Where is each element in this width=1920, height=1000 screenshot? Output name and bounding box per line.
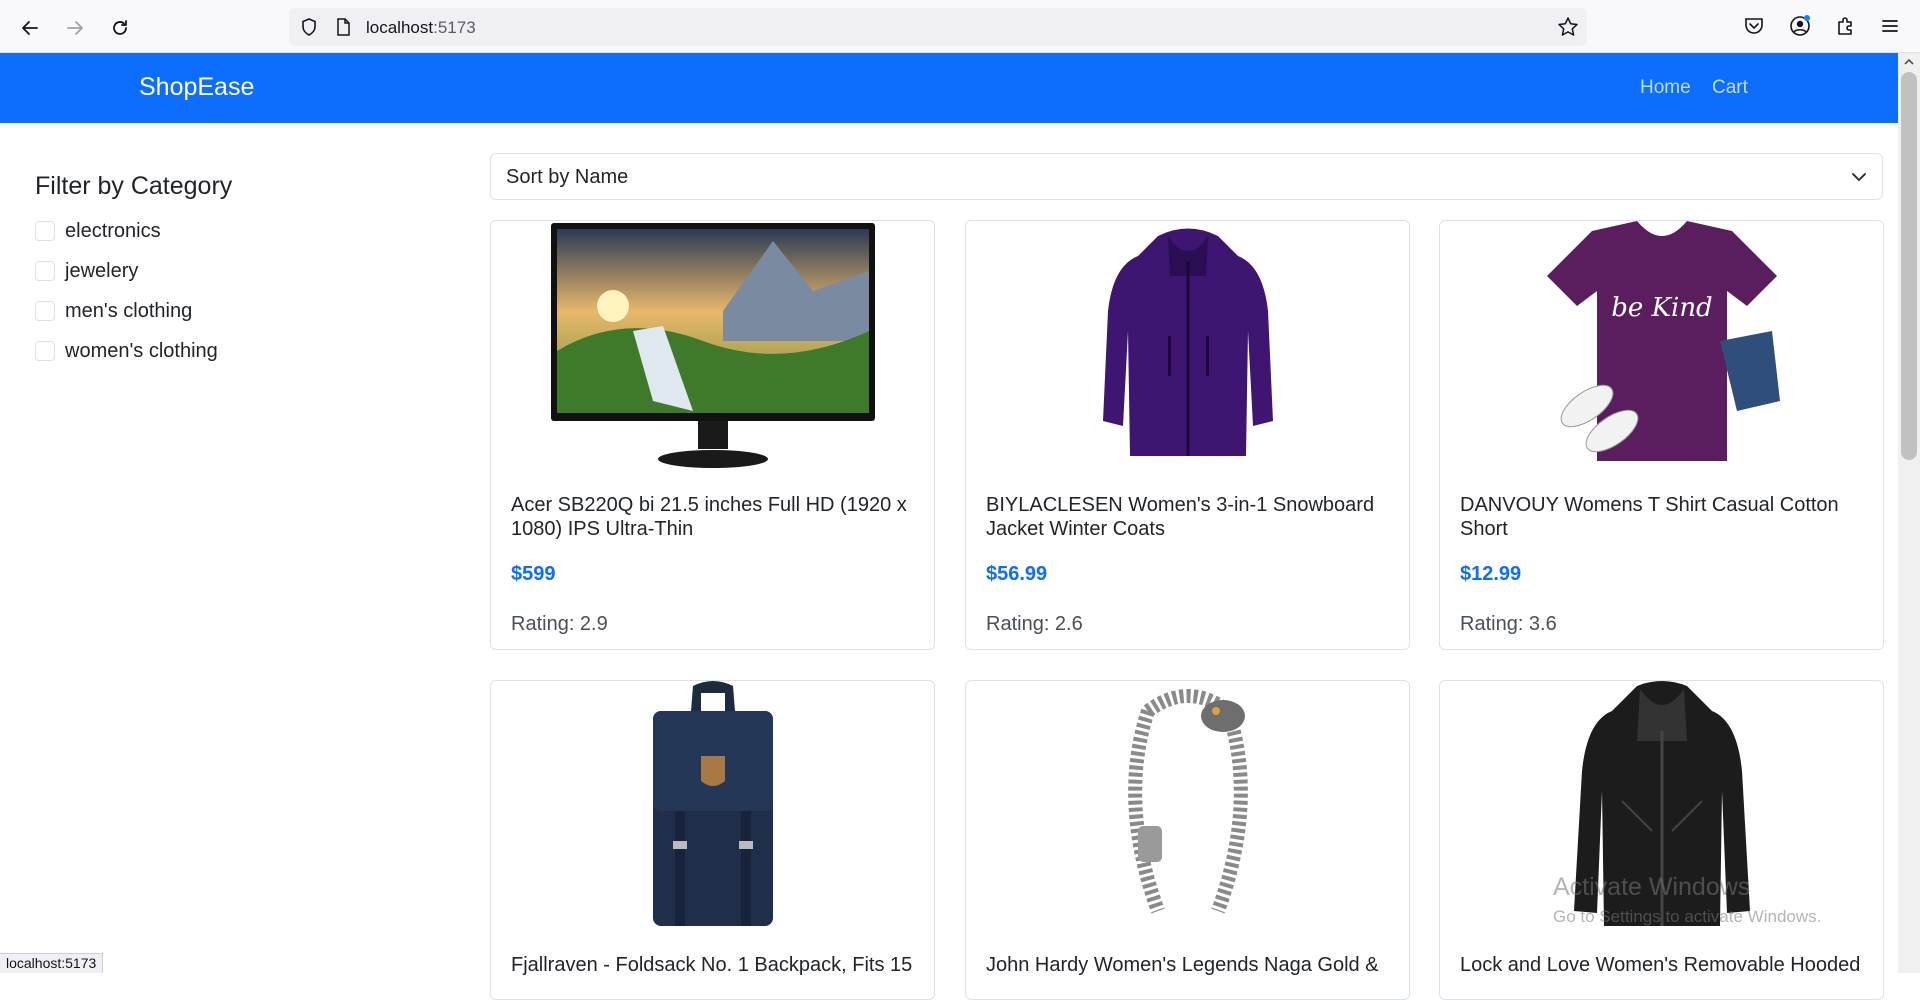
brand-logo[interactable]: ShopEase (139, 73, 254, 102)
category-filter-panel: Filter by Category electronics jewelery … (35, 172, 435, 371)
url-host: localhost (366, 18, 434, 37)
sort-select[interactable]: Sort by Name (490, 153, 1883, 200)
filter-title: Filter by Category (35, 172, 233, 200)
back-button[interactable] (14, 12, 46, 44)
product-rating: Rating: 2.9 (511, 613, 608, 635)
browser-toolbar: localhost:5173 (0, 0, 1920, 53)
bookmark-star-icon[interactable] (1557, 16, 1579, 38)
scroll-up-icon[interactable] (1903, 56, 1915, 68)
tshirt-image: be Kind (1546, 221, 1780, 461)
backpack-image (652, 681, 773, 926)
forward-button[interactable] (59, 12, 91, 44)
product-image[interactable]: be Kind (1440, 221, 1883, 481)
category-option[interactable]: men's clothing (35, 291, 435, 331)
category-label[interactable]: men's clothing (65, 300, 192, 323)
chevron-down-icon (1852, 173, 1866, 181)
nav-link-home[interactable]: Home (1640, 77, 1691, 99)
windows-activation-hint: Go to Settings to activate Windows. (1553, 907, 1822, 926)
product-card[interactable]: John Hardy Women's Legends Naga Gold & (965, 680, 1410, 1000)
scrollbar-thumb[interactable] (1901, 72, 1917, 460)
product-card[interactable]: Lock and Love Women's Removable Hooded (1439, 680, 1884, 1000)
nav-link-cart[interactable]: Cart (1712, 77, 1748, 99)
product-card[interactable]: be Kind DANVOUY Womens T Shirt Casual Co… (1439, 220, 1884, 650)
product-card[interactable]: Acer SB220Q bi 21.5 inches Full HD (1920… (490, 220, 935, 650)
category-option[interactable]: electronics (35, 211, 435, 251)
product-card[interactable]: BIYLACLESEN Women's 3-in-1 Snowboard Jac… (965, 220, 1410, 650)
windows-activation-title: Activate Windows (1553, 873, 1751, 901)
sort-selected-value: Sort by Name (506, 166, 629, 188)
arrow-left-icon (22, 21, 38, 35)
product-title[interactable]: Acer SB220Q bi 21.5 inches Full HD (1920… (511, 493, 916, 541)
product-rating: Rating: 2.6 (986, 613, 1083, 635)
product-price: $56.99 (986, 563, 1048, 585)
arrow-right-icon (67, 21, 83, 35)
product-price: $12.99 (1460, 563, 1522, 585)
category-label[interactable]: electronics (65, 220, 161, 243)
monitor-image (550, 223, 875, 468)
account-icon[interactable] (1788, 14, 1812, 38)
product-price: $599 (511, 563, 556, 585)
pocket-icon[interactable] (1742, 14, 1766, 38)
app-navbar: ShopEase Home Cart (0, 53, 1898, 123)
reload-button[interactable] (104, 12, 136, 44)
category-option[interactable]: jewelery (35, 251, 435, 291)
menu-icon[interactable] (1878, 14, 1902, 38)
page-icon (337, 18, 350, 36)
category-checkbox[interactable] (35, 301, 55, 321)
category-checkbox[interactable] (35, 221, 55, 241)
product-title[interactable]: John Hardy Women's Legends Naga Gold & (986, 953, 1391, 977)
product-card[interactable]: Fjallraven - Foldsack No. 1 Backpack, Fi… (490, 680, 935, 1000)
url-text[interactable]: localhost:5173 (366, 18, 476, 38)
product-image[interactable] (1440, 681, 1883, 941)
reload-icon (113, 20, 127, 35)
product-image[interactable] (966, 221, 1409, 481)
product-title[interactable]: DANVOUY Womens T Shirt Casual Cotton Sho… (1460, 493, 1865, 541)
product-rating: Rating: 3.6 (1460, 613, 1557, 635)
category-checkbox[interactable] (35, 341, 55, 361)
product-image[interactable] (491, 221, 934, 481)
category-checkbox[interactable] (35, 261, 55, 281)
shield-icon[interactable] (299, 17, 319, 37)
product-image[interactable] (491, 681, 934, 941)
product-title[interactable]: Fjallraven - Foldsack No. 1 Backpack, Fi… (511, 953, 916, 977)
category-label[interactable]: women's clothing (65, 340, 218, 363)
url-port: :5173 (433, 18, 476, 37)
category-option[interactable]: women's clothing (35, 331, 435, 371)
product-title[interactable]: Lock and Love Women's Removable Hooded (1460, 953, 1865, 977)
bracelet-image (1127, 689, 1248, 914)
tshirt-print-text: be Kind (1611, 293, 1712, 323)
address-bar[interactable]: localhost:5173 (289, 8, 1587, 46)
purple-jacket-image (1102, 228, 1273, 456)
link-status-bar: localhost:5173 (0, 953, 104, 973)
product-image[interactable] (966, 681, 1409, 941)
product-title[interactable]: BIYLACLESEN Women's 3-in-1 Snowboard Jac… (986, 493, 1391, 541)
extensions-icon[interactable] (1833, 14, 1857, 38)
category-label[interactable]: jewelery (65, 260, 138, 283)
